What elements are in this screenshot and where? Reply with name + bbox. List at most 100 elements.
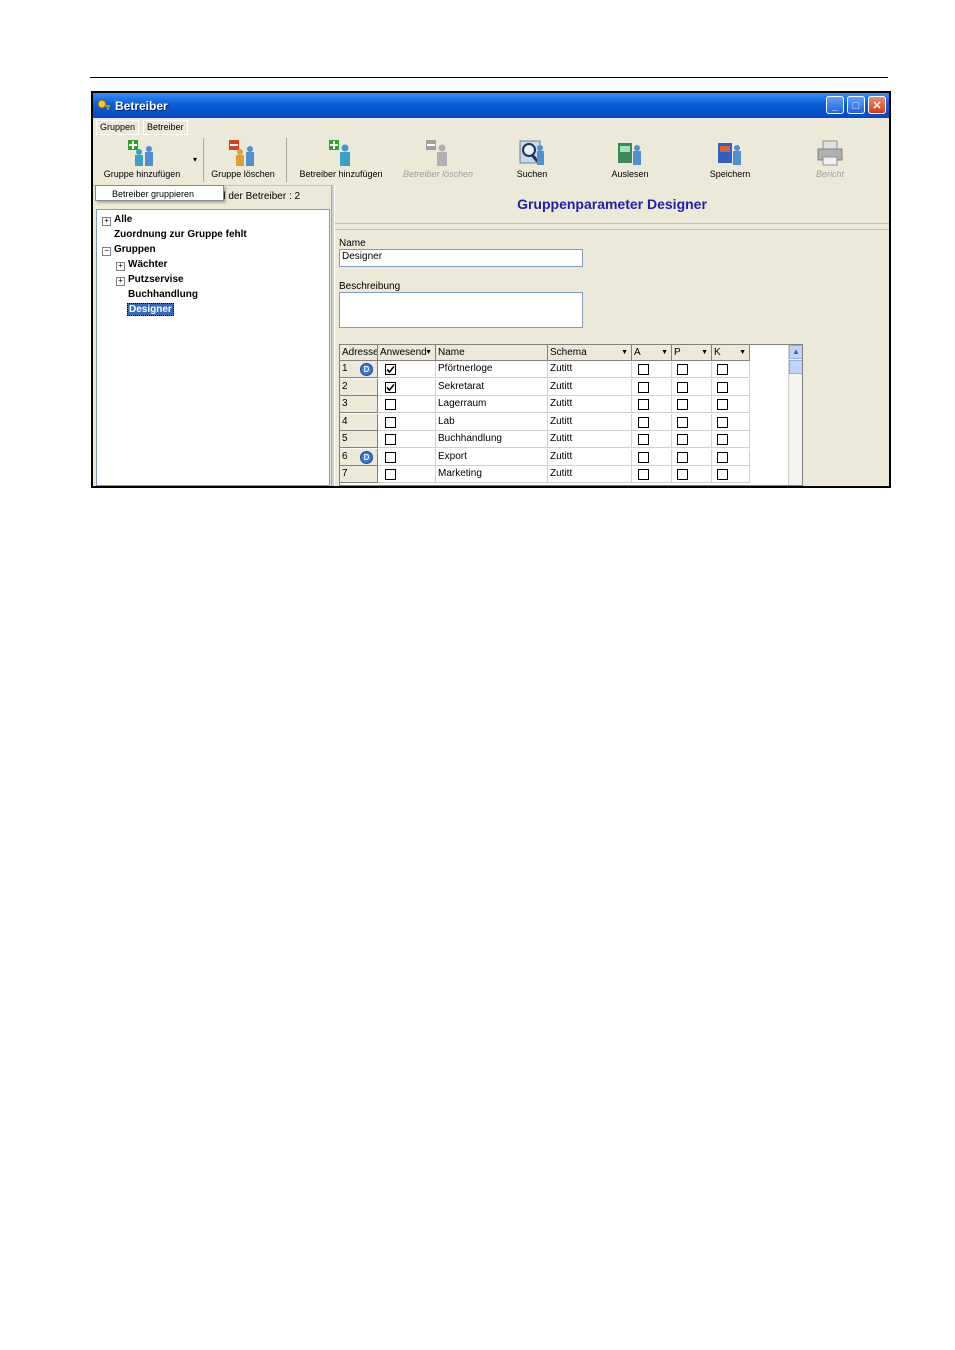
p-cell [672,448,712,466]
k-checkbox[interactable] [717,399,728,410]
report-label: Bericht [815,169,844,179]
k-checkbox[interactable] [717,451,728,463]
table-row[interactable]: 4 Lab Zutitt [340,413,750,431]
name-cell[interactable]: Lab [436,413,548,431]
a-checkbox[interactable] [638,434,649,445]
expand-icon[interactable]: + [102,217,111,226]
column-header-p[interactable]: P ▼ [672,345,712,361]
close-button[interactable]: ✕ [868,96,886,114]
tree-node-all[interactable]: Alle [114,214,132,225]
report-button[interactable]: Bericht [791,135,869,183]
schema-cell[interactable]: Zutitt [548,466,632,483]
column-header-address[interactable]: Adresse [340,345,378,361]
schema-cell[interactable]: Zutitt [548,361,632,378]
chevron-down-icon: ▼ [425,349,432,356]
table-row[interactable]: 1 D Pförtnerloge Zutitt [340,361,750,378]
p-cell [672,378,712,396]
tree-node-cleaning[interactable]: Putzservise [128,274,184,285]
schema-cell[interactable]: Zutitt [548,413,632,431]
column-header-k[interactable]: K ▼ [712,345,750,361]
group-tree[interactable]: + Alle Zuordnung zur Gruppe fehlt − Grup… [96,209,330,486]
a-checkbox[interactable] [638,416,649,428]
search-button[interactable]: Suchen [493,135,571,183]
name-cell[interactable]: Lagerraum [436,396,548,413]
tree-node-designer[interactable]: Designer [127,303,174,316]
page-title: Gruppenparameter Designer [335,185,889,224]
p-checkbox[interactable] [677,381,688,393]
name-field[interactable]: Designer [339,249,583,267]
tree-node-missing-group[interactable]: Zuordnung zur Gruppe fehlt [114,229,247,240]
column-header-a[interactable]: A ▼ [632,345,672,361]
read-button[interactable]: Auslesen [591,135,669,183]
a-cell [632,396,672,413]
search-user-icon [519,140,544,165]
add-group-dropdown-arrow[interactable]: ▾ [190,135,200,183]
menu-betreiber[interactable]: Betreiber [143,120,188,135]
expand-icon[interactable]: + [116,262,125,271]
p-checkbox[interactable] [677,469,688,480]
schema-cell[interactable]: Zutitt [548,448,632,466]
delete-group-button[interactable]: Gruppe löschen [205,135,281,183]
present-checkbox[interactable] [385,434,396,445]
tree-node-groups[interactable]: Gruppen [114,244,156,255]
p-checkbox[interactable] [677,416,688,428]
present-checkbox[interactable] [385,469,396,480]
read-device-icon [618,143,641,165]
k-checkbox[interactable] [717,434,728,445]
window-title: Betreiber [115,99,168,113]
p-checkbox[interactable] [677,451,688,463]
menu-gruppen[interactable]: Gruppen [96,120,140,135]
delete-operator-label: Betreiber löschen [402,169,474,179]
name-cell[interactable]: Sekretarat [436,378,548,396]
add-operator-button[interactable]: Betreiber hinzufügen [291,135,391,183]
table-row[interactable]: 2 Sekretarat Zutitt [340,378,750,396]
a-checkbox[interactable] [638,451,649,463]
column-header-schema[interactable]: Schema ▼ [548,345,632,361]
delete-operator-button[interactable]: Betreiber löschen [393,135,483,183]
minimize-button[interactable]: _ [826,96,844,114]
scroll-up-icon[interactable]: ▲ [789,345,802,359]
schema-cell[interactable]: Zutitt [548,378,632,396]
k-checkbox[interactable] [717,469,728,480]
name-cell[interactable]: Buchhandlung [436,431,548,448]
table-row[interactable]: 6 D Export Zutitt [340,448,750,466]
a-checkbox[interactable] [638,399,649,410]
p-checkbox[interactable] [677,434,688,445]
save-button[interactable]: Speichern [691,135,769,183]
a-checkbox[interactable] [638,364,649,375]
scroll-thumb[interactable] [789,360,802,374]
column-header-present[interactable]: Anwesend ▼ [378,345,436,361]
tree-node-guards[interactable]: Wächter [128,259,167,270]
k-checkbox[interactable] [717,381,728,393]
present-checkbox[interactable] [385,399,396,410]
column-header-name[interactable]: Name [436,345,548,361]
present-checkbox[interactable] [385,381,396,393]
p-checkbox[interactable] [677,399,688,410]
present-checkbox[interactable] [385,364,396,375]
present-checkbox[interactable] [385,451,396,463]
table-row[interactable]: 5 Buchhandlung Zutitt [340,431,750,448]
table-row[interactable]: 3 Lagerraum Zutitt [340,396,750,413]
table-row[interactable]: 7 Marketing Zutitt [340,466,750,483]
collapse-icon[interactable]: − [102,247,111,256]
maximize-button[interactable]: □ [847,96,865,114]
k-checkbox[interactable] [717,364,728,375]
name-cell[interactable]: Export [436,448,548,466]
description-field[interactable] [339,292,583,328]
tree-node-accounting[interactable]: Buchhandlung [128,289,198,300]
expand-icon[interactable]: + [116,277,125,286]
a-checkbox[interactable] [638,469,649,480]
k-checkbox[interactable] [717,416,728,428]
toolbar-separator [286,138,287,182]
p-checkbox[interactable] [677,364,688,375]
title-bar[interactable]: Betreiber _ □ ✕ [93,93,889,118]
name-cell[interactable]: Pförtnerloge [436,361,548,378]
present-checkbox[interactable] [385,416,396,428]
a-checkbox[interactable] [638,381,649,393]
schema-cell[interactable]: Zutitt [548,396,632,413]
name-cell[interactable]: Marketing [436,466,548,483]
schema-cell[interactable]: Zutitt [548,431,632,448]
grid-scrollbar[interactable]: ▲ [788,345,802,485]
add-group-button[interactable]: Gruppe hinzufügen [95,135,189,183]
menu-item-group-operators[interactable]: Betreiber gruppieren [96,189,194,199]
